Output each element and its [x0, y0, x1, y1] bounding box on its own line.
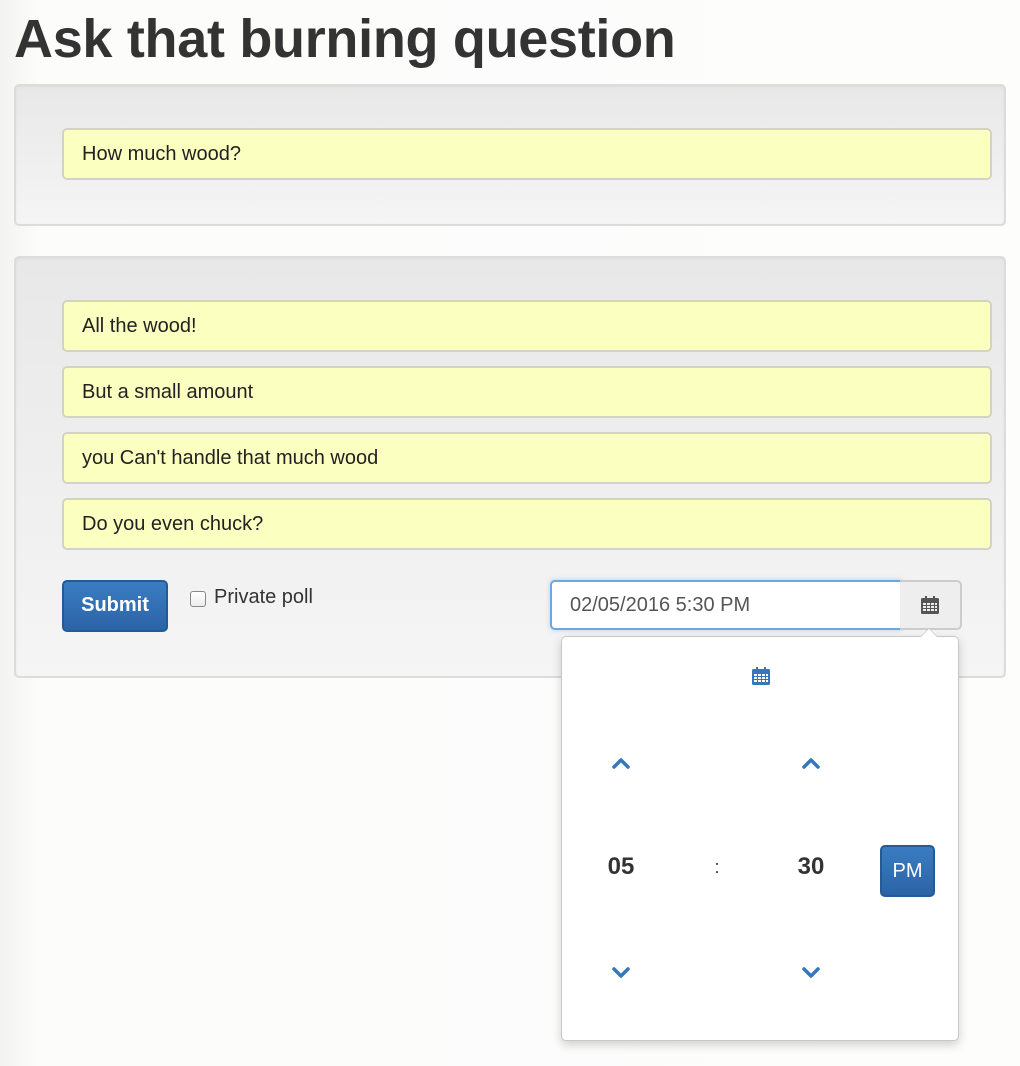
datetime-input[interactable]: 02/05/2016 5:30 PM: [550, 580, 902, 630]
ampm-toggle-button[interactable]: PM: [880, 845, 935, 897]
private-poll-label: Private poll: [214, 585, 313, 608]
increment-hour-button[interactable]: [594, 745, 648, 781]
page-title: Ask that burning question: [14, 9, 676, 69]
chevron-up-icon: [802, 758, 820, 769]
question-panel: How much wood?: [14, 84, 1006, 226]
answer-input-3[interactable]: you Can't handle that much wood: [62, 432, 992, 484]
question-input[interactable]: How much wood?: [62, 128, 992, 180]
answers-panel: All the wood! But a small amount you Can…: [14, 256, 1006, 678]
submit-button[interactable]: Submit: [62, 580, 168, 632]
answer-input-4[interactable]: Do you even chuck?: [62, 498, 992, 550]
decrement-minute-button[interactable]: [784, 955, 838, 991]
increment-minute-button[interactable]: [784, 745, 838, 781]
chevron-down-icon: [802, 967, 820, 978]
time-picker-popup: 05 : 30 PM: [561, 628, 959, 1041]
private-poll-option[interactable]: Private poll: [190, 584, 313, 610]
answer-input-2[interactable]: But a small amount: [62, 366, 992, 418]
chevron-up-icon: [612, 758, 630, 769]
time-separator: :: [714, 856, 720, 877]
hour-value[interactable]: 05: [594, 847, 648, 887]
datetime-picker-button[interactable]: [900, 580, 962, 630]
calendar-icon: [921, 596, 939, 614]
answer-input-1[interactable]: All the wood!: [62, 300, 992, 352]
chevron-down-icon: [612, 967, 630, 978]
private-poll-checkbox[interactable]: [190, 590, 206, 607]
minute-value[interactable]: 30: [784, 847, 838, 887]
calendar-icon: [752, 667, 770, 685]
switch-to-calendar-button[interactable]: [736, 661, 786, 691]
decrement-hour-button[interactable]: [594, 955, 648, 991]
